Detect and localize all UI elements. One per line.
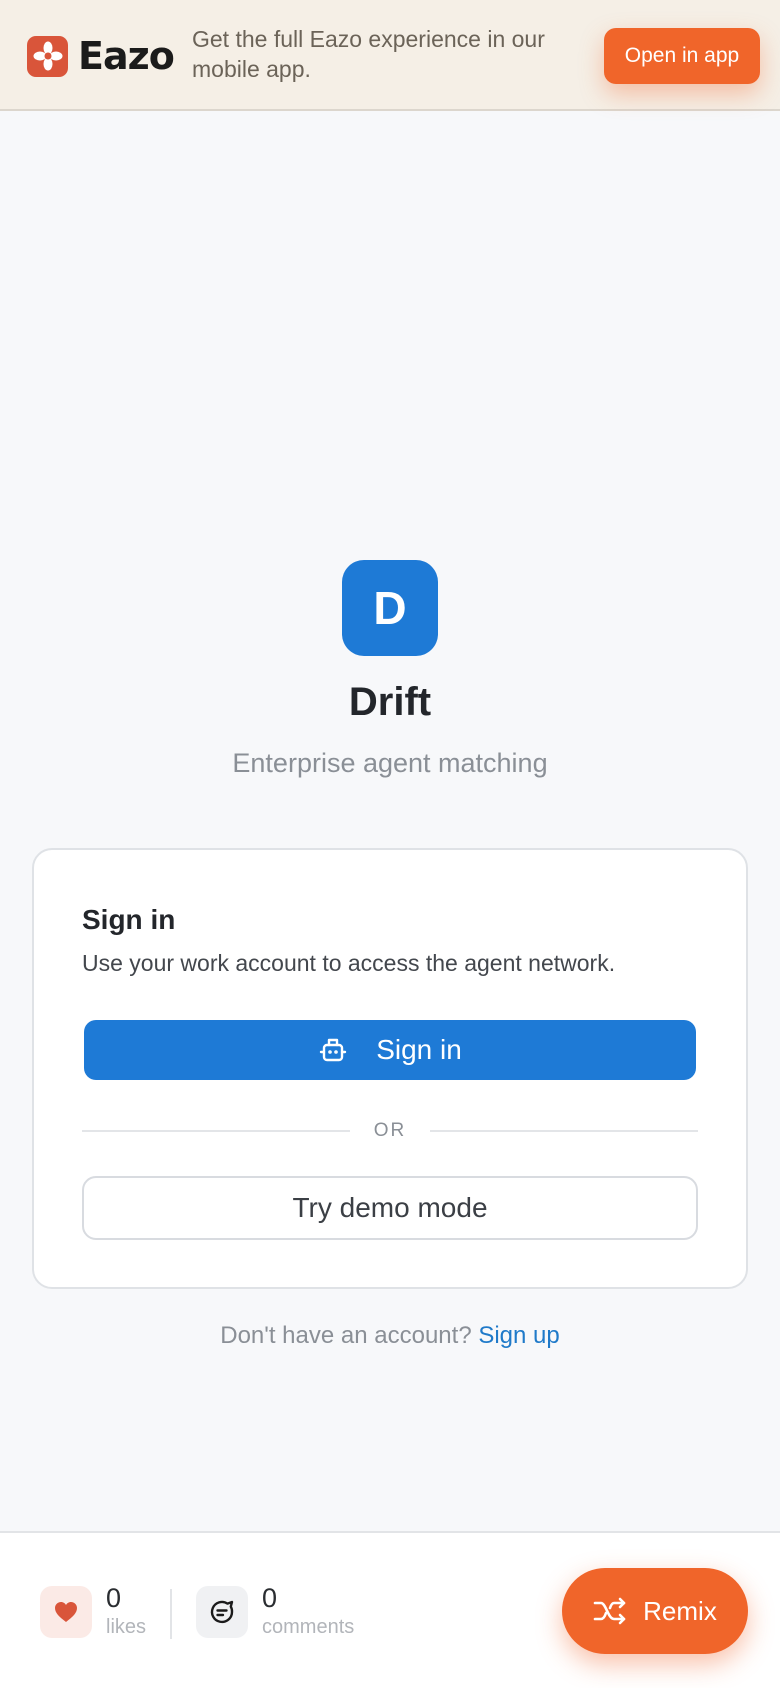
shuffle-icon bbox=[593, 1596, 627, 1626]
comment-icon bbox=[208, 1598, 236, 1626]
divider-line bbox=[430, 1130, 698, 1132]
divider-text: OR bbox=[373, 1120, 407, 1141]
robot-icon bbox=[318, 1035, 348, 1065]
signin-card: Sign in Use your work account to access … bbox=[32, 848, 748, 1289]
try-demo-button[interactable]: Try demo mode bbox=[82, 1176, 698, 1240]
or-divider: OR bbox=[82, 1116, 698, 1146]
signup-prompt-text: Don't have an account? bbox=[220, 1322, 472, 1349]
sign-in-button[interactable]: Sign in bbox=[84, 1020, 696, 1080]
signin-subtitle: Use your work account to access the agen… bbox=[82, 950, 616, 976]
likes-stat: 0 likes bbox=[40, 1583, 146, 1641]
eazo-logo-icon bbox=[27, 35, 68, 77]
signup-prompt: Don't have an account? Sign up bbox=[0, 1322, 780, 1350]
remix-label: Remix bbox=[643, 1595, 717, 1626]
bottom-bar: 0 likes 0 comments Remix bbox=[0, 1531, 780, 1688]
app-title: Drift bbox=[348, 680, 432, 724]
comments-count: 0 bbox=[262, 1583, 278, 1613]
heart-icon bbox=[54, 1601, 78, 1623]
brand-name: Eazo bbox=[78, 34, 175, 78]
open-in-app-button[interactable]: Open in app bbox=[604, 28, 760, 84]
eazo-brand[interactable]: Eazo bbox=[27, 34, 175, 78]
likes-label: likes bbox=[106, 1616, 147, 1638]
divider-line bbox=[82, 1130, 350, 1132]
like-button[interactable] bbox=[40, 1586, 92, 1638]
comments-stat: 0 comments bbox=[196, 1583, 354, 1641]
comments-label: comments bbox=[262, 1616, 355, 1638]
signup-link[interactable]: Sign up bbox=[478, 1322, 559, 1349]
sign-in-label: Sign in bbox=[376, 1034, 462, 1065]
signin-title: Sign in bbox=[82, 904, 176, 935]
banner-message: Get the full Eazo experience in our mobi… bbox=[192, 26, 545, 82]
app-banner: Eazo Get the full Eazo experience in our… bbox=[0, 0, 780, 111]
remix-button[interactable]: Remix bbox=[562, 1568, 748, 1654]
likes-count: 0 bbox=[106, 1583, 122, 1613]
app-logo: D bbox=[342, 560, 438, 656]
stat-separator bbox=[170, 1589, 172, 1639]
comment-button[interactable] bbox=[196, 1586, 248, 1638]
app-tagline: Enterprise agent matching bbox=[232, 748, 548, 778]
